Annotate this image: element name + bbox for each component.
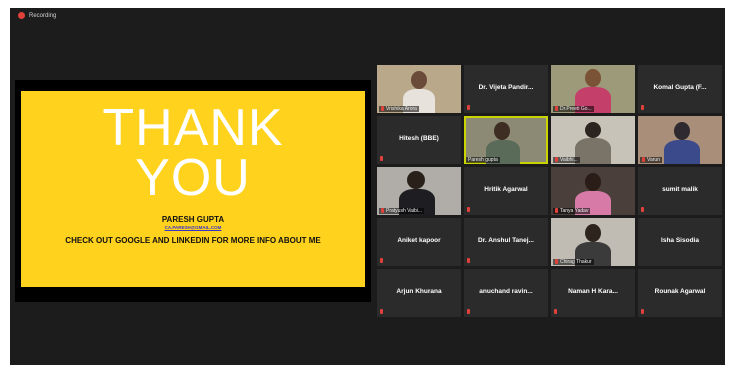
participant-tile[interactable]: Dr.Preeti Go... — [551, 65, 635, 113]
mic-muted-icon — [380, 309, 383, 314]
mic-muted-icon — [641, 105, 644, 110]
participant-gallery: Vrishika Arora Dr. Vijeta Pandir... Dr.P… — [377, 65, 723, 318]
participant-name: Dr. Anshul Tanej... — [478, 237, 534, 244]
participant-tile[interactable]: Vrishika Arora — [377, 65, 461, 113]
participant-video — [585, 122, 601, 138]
participant-name: Rounak Agarwal — [654, 288, 706, 295]
participant-tile[interactable]: sumit malik — [638, 167, 722, 215]
participant-video-body — [575, 138, 611, 164]
participant-video — [411, 71, 427, 89]
mic-muted-icon — [467, 258, 470, 263]
participant-name: Komal Gupta (F... — [653, 84, 707, 91]
participant-tile[interactable]: Naman H Kara... — [551, 269, 635, 317]
participant-tile[interactable]: Rounak Agarwal — [638, 269, 722, 317]
participant-name: Pratyush Vaibi... — [379, 208, 425, 214]
participant-tile[interactable]: Dr. Vijeta Pandir... — [464, 65, 548, 113]
participant-tile[interactable]: Vaibhi... — [551, 116, 635, 164]
meeting-window: Recording THANK YOU PARESH GUPTA CA.PARE… — [10, 8, 725, 365]
participant-video — [494, 122, 510, 140]
screen-share[interactable]: THANK YOU PARESH GUPTA CA.PARESH@GMAIL.C… — [15, 80, 371, 302]
participant-name: Chirag Thakur — [553, 259, 594, 265]
slide-cta: CHECK OUT GOOGLE AND LINKEDIN FOR MORE I… — [65, 236, 321, 245]
participant-tile[interactable]: Tanya Yadav — [551, 167, 635, 215]
participant-tile[interactable]: Aniket kapoor — [377, 218, 461, 266]
participant-name: Hritik Agarwal — [484, 186, 528, 193]
participant-tile[interactable]: anuchand ravin... — [464, 269, 548, 317]
participant-name: Dr. Vijeta Pandir... — [478, 84, 534, 91]
participant-name: Dr.Preeti Go... — [553, 106, 594, 112]
participant-name: anuchand ravin... — [479, 288, 533, 295]
mic-muted-icon — [555, 157, 558, 163]
mic-muted-icon — [467, 105, 470, 110]
mic-muted-icon — [467, 309, 470, 314]
participant-tile[interactable]: Komal Gupta (F... — [638, 65, 722, 113]
slide-line2: YOU — [135, 149, 251, 207]
mic-muted-icon — [642, 157, 645, 163]
participant-video — [585, 69, 601, 87]
mic-muted-icon — [380, 258, 383, 263]
participant-name: Arjun Khurana — [396, 288, 442, 295]
participant-tile[interactable]: Hritik Agarwal — [464, 167, 548, 215]
participant-tile[interactable]: Isha Sisodia — [638, 218, 722, 266]
participant-video — [407, 171, 425, 189]
participant-tile[interactable]: Dr. Anshul Tanej... — [464, 218, 548, 266]
mic-muted-icon — [555, 106, 558, 112]
participant-name: Tanya Yadav — [553, 208, 591, 214]
slide-email: CA.PARESH@GMAIL.COM — [164, 225, 222, 230]
slide-name: PARESH GUPTA — [161, 215, 225, 224]
participant-name: Naman H Kara... — [568, 288, 618, 295]
participant-tile[interactable]: Hitesh (BBE) — [377, 116, 461, 164]
participant-video-body — [664, 140, 700, 164]
participant-tile[interactable]: Pratyush Vaibi... — [377, 167, 461, 215]
presentation-slide: THANK YOU PARESH GUPTA CA.PARESH@GMAIL.C… — [21, 91, 365, 287]
participant-name: Varun — [640, 157, 662, 163]
participant-video — [585, 173, 601, 191]
participant-tile-active-speaker[interactable]: Paresh gupta — [464, 116, 548, 164]
recording-icon — [18, 12, 25, 19]
participant-name: Hitesh (BBE) — [399, 135, 439, 142]
mic-muted-icon — [380, 156, 383, 161]
participant-name: Vrishika Arora — [379, 106, 419, 112]
mic-muted-icon — [381, 208, 384, 214]
recording-indicator: Recording — [18, 12, 56, 19]
participant-name: Vaibhi... — [553, 157, 580, 163]
mic-muted-icon — [467, 207, 470, 212]
participant-video — [674, 122, 690, 140]
participant-tile[interactable]: Arjun Khurana — [377, 269, 461, 317]
participant-tile[interactable]: Chirag Thakur — [551, 218, 635, 266]
participant-name: sumit malik — [662, 186, 698, 193]
participant-name: Paresh gupta — [466, 157, 500, 163]
participant-video — [585, 224, 601, 242]
mic-muted-icon — [555, 259, 558, 265]
participant-tile[interactable]: Varun — [638, 116, 722, 164]
mic-muted-icon — [555, 208, 558, 214]
mic-muted-icon — [554, 309, 557, 314]
participant-name: Isha Sisodia — [661, 237, 699, 244]
recording-label: Recording — [29, 12, 57, 19]
mic-muted-icon — [641, 309, 644, 314]
mic-muted-icon — [641, 207, 644, 212]
mic-muted-icon — [381, 106, 384, 112]
participant-name: Aniket kapoor — [397, 237, 441, 244]
slide-line1: THANK — [102, 99, 284, 157]
